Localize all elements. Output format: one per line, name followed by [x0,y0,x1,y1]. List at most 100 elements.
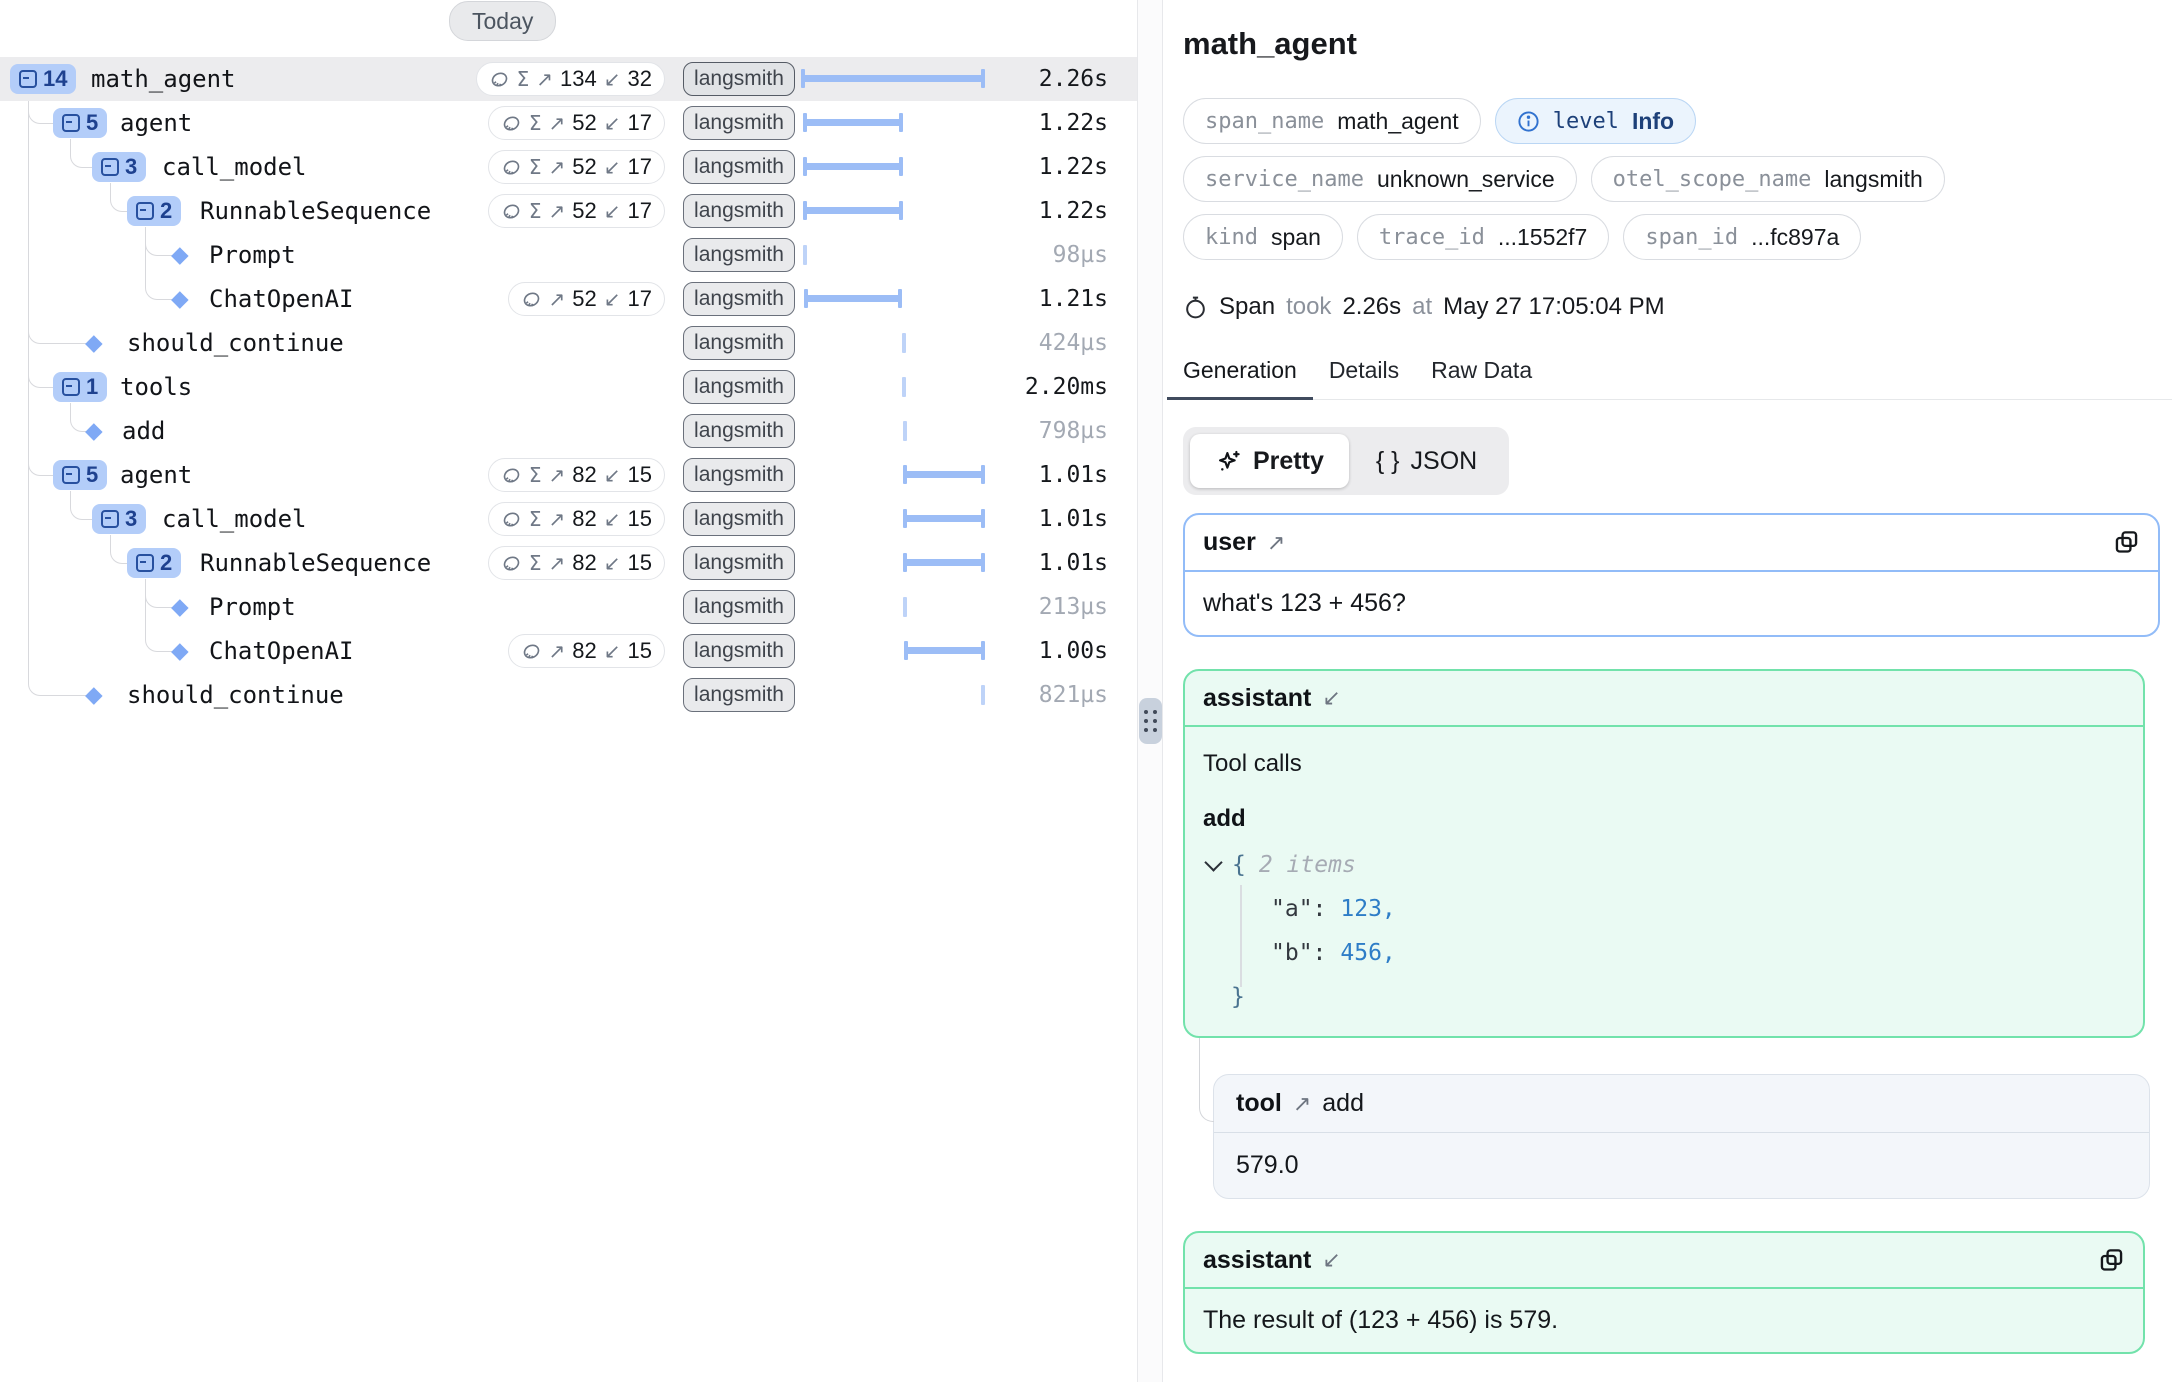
tokens-in-icon: ↗ [549,155,566,179]
tokens-in: 52 [572,154,596,180]
tool-message-header: tool ↗ add [1214,1075,2149,1133]
langsmith-tag: langsmith [683,414,795,448]
span-name: ChatOpenAI [209,285,354,313]
duration-tick [902,377,906,397]
trace-row-agent[interactable]: 5 agent Σ ↗52 ↙17 langsmith 1.22s [0,101,1137,145]
collapse-toggle[interactable]: 14 [10,64,76,94]
duration: 798µs [1039,418,1108,444]
took-text: Span [1219,293,1275,321]
collapse-toggle[interactable]: 5 [53,460,107,490]
collapse-icon [62,378,80,396]
grip-dot [1144,728,1148,732]
assistant-message-header: assistant ↙ [1185,671,2143,727]
trace-tree-panel: Today 14 math_agent Σ ↗134 ↙32 langsmith [0,0,1137,1382]
detail-tabs: Generation Details Raw Data [1167,357,2172,400]
panel-splitter[interactable] [1137,0,1163,1382]
json-toggle-button[interactable]: { } JSON [1351,434,1502,488]
splitter-drag-handle[interactable] [1139,698,1162,744]
pretty-toggle-button[interactable]: Pretty [1190,434,1349,488]
trace-row-RunnableSequence[interactable]: 2 RunnableSequence Σ ↗52 ↙17 langsmith 1… [0,189,1137,233]
tool-args-json: { 2 items "a": 123, "b": 456, } [1203,843,2125,1019]
duration: 98µs [1053,242,1108,268]
span-name: should_continue [127,329,344,357]
tab-raw-data[interactable]: Raw Data [1415,357,1548,400]
copy-button[interactable] [2098,1247,2125,1274]
token-badge: Σ ↗52 ↙17 [488,194,665,228]
child-count: 14 [43,66,67,92]
collapse-toggle[interactable]: 2 [127,548,181,578]
took-timestamp: May 27 17:05:04 PM [1443,293,1664,321]
token-badge: Σ ↗134 ↙32 [476,62,665,96]
duration: 1.22s [1039,110,1108,136]
json-guide-line [1240,885,1242,987]
pill-key: service_name [1205,167,1364,192]
collapse-toggle[interactable]: 5 [53,108,107,138]
assistant-message-card: assistant ↙ The result of (123 + 456) is… [1183,1231,2145,1354]
collapse-toggle[interactable]: 3 [92,504,146,534]
tokens-out: 17 [628,110,652,136]
token-badge: ↗52 ↙17 [508,282,666,316]
trace-row-call_model[interactable]: 3 call_model Σ ↗82 ↙15 langsmith 1.01s [0,497,1137,541]
today-button[interactable]: Today [449,1,556,41]
trace-row-ChatOpenAI[interactable]: ◆ ChatOpenAI ↗52 ↙17 langsmith 1.21s [0,277,1137,321]
trace-row-math_agent[interactable]: 14 math_agent Σ ↗134 ↙32 langsmith 2.26s [0,57,1137,101]
langsmith-tag: langsmith [683,502,795,536]
trace-row-tools[interactable]: 1 tools langsmith 2.20ms [0,365,1137,409]
tokens-out-icon: ↙ [604,639,621,663]
token-coin-icon [521,289,542,310]
otel-scope-name-pill: otel_scope_name langsmith [1591,156,1945,202]
trace-row-should_continue[interactable]: ◆ should_continue langsmith 424µs [0,321,1137,365]
user-message-card: user ↗ what's 123 + 456? [1183,513,2160,637]
page-title: math_agent [1183,26,2172,62]
child-count: 5 [86,110,98,136]
trace-row-Prompt[interactable]: ◆ Prompt langsmith 98µs [0,233,1137,277]
copy-button[interactable] [2113,529,2140,556]
trace-row-should_continue[interactable]: ◆ should_continue langsmith 821µs [0,673,1137,717]
span-name-pill: span_name math_agent [1183,98,1481,144]
span-name: Prompt [209,593,296,621]
duration: 1.01s [1039,462,1108,488]
duration: 1.00s [1039,638,1108,664]
trace-row-add[interactable]: ◆ add langsmith 798µs [0,409,1137,453]
duration: 2.26s [1039,66,1108,92]
grip-dot [1144,719,1148,723]
tokens-out: 15 [628,638,652,664]
tokens-out: 15 [628,462,652,488]
tokens-out: 17 [628,154,652,180]
tokens-out: 32 [628,66,652,92]
waterfall-track [802,101,984,145]
collapse-toggle[interactable]: 3 [92,152,146,182]
span-name: math_agent [91,65,236,93]
token-badge: Σ ↗82 ↙15 [488,458,665,492]
trace-row-Prompt[interactable]: ◆ Prompt langsmith 213µs [0,585,1137,629]
took-text-muted: at [1412,293,1432,321]
info-icon [1517,110,1540,133]
tokens-out-icon: ↙ [604,199,621,223]
tokens-in: 52 [572,198,596,224]
duration: 1.01s [1039,550,1108,576]
span-name: agent [120,461,192,489]
diamond-icon: ◆ [171,637,189,664]
collapse-icon [62,466,80,484]
collapse-toggle[interactable]: 1 [53,372,107,402]
collapse-toggle[interactable]: 2 [127,196,181,226]
duration: 424µs [1039,330,1108,356]
tool-message-card: tool ↗ add 579.0 [1213,1074,2150,1199]
child-count: 2 [160,198,172,224]
langsmith-tag: langsmith [683,678,795,712]
assistant-message-card: assistant ↙ Tool calls add { 2 items "a"… [1183,669,2145,1038]
token-badge: ↗82 ↙15 [508,634,666,668]
tokens-in: 134 [560,66,597,92]
trace-row-ChatOpenAI[interactable]: ◆ ChatOpenAI ↗82 ↙15 langsmith 1.00s [0,629,1137,673]
tab-generation[interactable]: Generation [1167,357,1313,400]
pill-value: unknown_service [1377,166,1555,193]
langsmith-tag: langsmith [683,370,795,404]
chevron-down-icon[interactable] [1204,853,1222,871]
trace-row-RunnableSequence[interactable]: 2 RunnableSequence Σ ↗82 ↙15 langsmith 1… [0,541,1137,585]
trace-row-agent[interactable]: 5 agent Σ ↗82 ↙15 langsmith 1.01s [0,453,1137,497]
sigma-icon: Σ [517,67,530,91]
trace-row-call_model[interactable]: 3 call_model Σ ↗52 ↙17 langsmith 1.22s [0,145,1137,189]
tab-details[interactable]: Details [1313,357,1415,400]
waterfall-track [802,673,984,717]
token-coin-icon [501,465,522,486]
